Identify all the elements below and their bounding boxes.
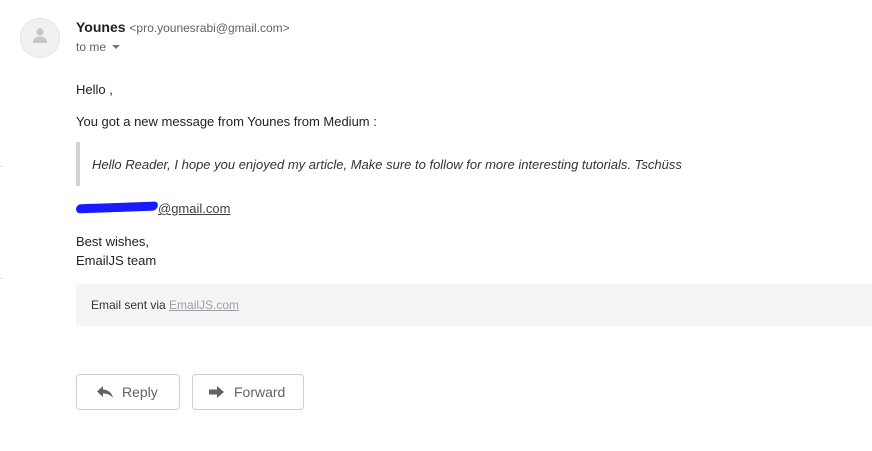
contact-email-link[interactable]: @gmail.com (75, 201, 231, 216)
email-footer: Email sent via EmailJS.com (76, 284, 872, 326)
reply-label: Reply (122, 384, 158, 400)
sender-avatar (20, 18, 60, 58)
contact-email-domain: @gmail.com (158, 201, 231, 216)
recipient-details-toggle[interactable]: to me (76, 40, 121, 54)
redacted-email-mark (75, 201, 159, 214)
recipient-label: to me (76, 40, 107, 54)
greeting-text: Hello , (76, 82, 113, 97)
forward-label: Forward (234, 384, 286, 400)
person-icon (32, 27, 48, 50)
sender-email: <pro.younesrabi@gmail.com> (129, 21, 290, 35)
intro-text: You got a new message from Younes from M… (76, 114, 377, 129)
edge-marker (0, 278, 3, 279)
footer-prefix: Email sent via (91, 298, 170, 312)
contact-email: @gmail.com (75, 201, 231, 216)
reply-arrow-icon (96, 385, 114, 399)
chevron-down-icon[interactable] (112, 45, 121, 49)
sender-line: Younes <pro.younesrabi@gmail.com> (76, 19, 290, 35)
forward-arrow-icon (208, 385, 226, 399)
quoted-message: Hello Reader, I hope you enjoyed my arti… (76, 142, 682, 186)
forward-button[interactable]: Forward (192, 374, 304, 410)
reply-button[interactable]: Reply (76, 374, 180, 410)
sender-name: Younes (76, 19, 126, 35)
emailjs-link[interactable]: EmailJS.com (169, 298, 239, 312)
edge-marker (0, 166, 3, 167)
signoff-text: Best wishes, (76, 234, 149, 249)
signature-text: EmailJS team (76, 253, 157, 268)
quoted-message-text: Hello Reader, I hope you enjoyed my arti… (92, 156, 682, 172)
